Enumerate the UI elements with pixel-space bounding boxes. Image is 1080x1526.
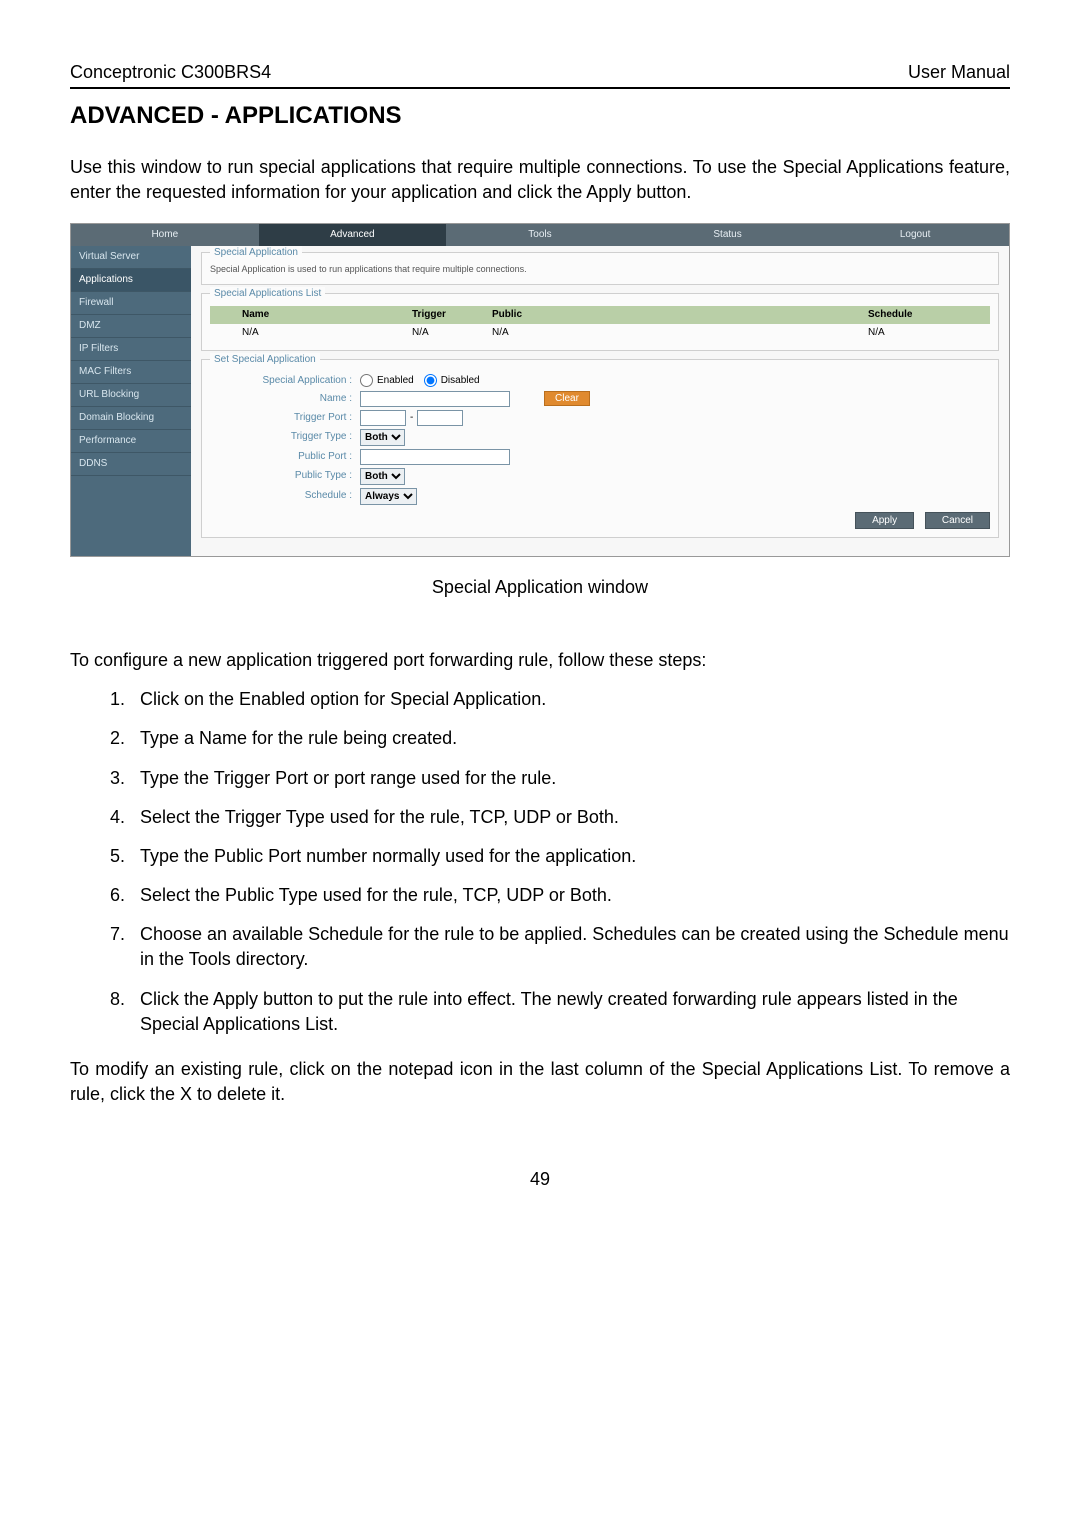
label-trigger-port: Trigger Port :	[210, 411, 360, 425]
sidebar-item-ip-filters[interactable]: IP Filters	[71, 338, 191, 361]
cell-trigger: N/A	[404, 326, 484, 340]
name-input[interactable]	[360, 391, 510, 407]
step-2: Type a Name for the rule being created.	[130, 726, 1010, 751]
tab-logout[interactable]: Logout	[821, 224, 1009, 246]
public-port-input[interactable]	[360, 449, 510, 465]
trigger-type-select[interactable]: Both	[360, 429, 405, 446]
sidebar-item-firewall[interactable]: Firewall	[71, 292, 191, 315]
public-type-select[interactable]: Both	[360, 468, 405, 485]
cell-schedule: N/A	[860, 326, 970, 340]
router-screenshot: Home Advanced Tools Status Logout Virtua…	[70, 223, 1010, 557]
section-desc: Special Application is used to run appli…	[210, 263, 990, 276]
tab-tools[interactable]: Tools	[446, 224, 634, 246]
step-3: Type the Trigger Port or port range used…	[130, 766, 1010, 791]
sidebar-item-dmz[interactable]: DMZ	[71, 315, 191, 338]
step-8: Click the Apply button to put the rule i…	[130, 987, 1010, 1037]
sidebar-item-ddns[interactable]: DDNS	[71, 453, 191, 476]
screenshot-caption: Special Application window	[70, 575, 1010, 600]
radio-enabled[interactable]	[360, 374, 373, 387]
sidebar-item-url-blocking[interactable]: URL Blocking	[71, 384, 191, 407]
trigger-port-to[interactable]	[417, 410, 463, 426]
product-name: Conceptronic C300BRS4	[70, 60, 271, 85]
intro-paragraph: Use this window to run special applicati…	[70, 155, 1010, 205]
page-number: 49	[70, 1167, 1010, 1192]
list-row: N/A N/A N/A N/A	[210, 324, 990, 342]
trigger-port-from[interactable]	[360, 410, 406, 426]
tab-status[interactable]: Status	[634, 224, 822, 246]
cancel-button[interactable]: Cancel	[925, 512, 990, 529]
cell-public: N/A	[484, 326, 860, 340]
outro-paragraph: To modify an existing rule, click on the…	[70, 1057, 1010, 1107]
step-1: Click on the Enabled option for Special …	[130, 687, 1010, 712]
dash-icon: -	[410, 411, 413, 425]
doc-label: User Manual	[908, 60, 1010, 85]
enabled-text: Enabled	[377, 374, 414, 388]
step-6: Select the Public Type used for the rule…	[130, 883, 1010, 908]
steps-list: Click on the Enabled option for Special …	[130, 687, 1010, 1037]
form-legend: Set Special Application	[210, 353, 320, 367]
section-legend: Special Application	[210, 246, 302, 260]
step-5: Type the Public Port number normally use…	[130, 844, 1010, 869]
disabled-text: Disabled	[441, 374, 480, 388]
list-legend: Special Applications List	[210, 287, 325, 301]
label-special-application: Special Application :	[210, 374, 360, 388]
col-public: Public	[484, 308, 860, 322]
col-name: Name	[234, 308, 404, 322]
label-public-port: Public Port :	[210, 450, 360, 464]
content-area: Special Application Special Application …	[191, 246, 1009, 556]
step-7: Choose an available Schedule for the rul…	[130, 922, 1010, 972]
sidebar: Virtual Server Applications Firewall DMZ…	[71, 246, 191, 556]
label-schedule: Schedule :	[210, 489, 360, 503]
sidebar-item-domain-blocking[interactable]: Domain Blocking	[71, 407, 191, 430]
sidebar-item-mac-filters[interactable]: MAC Filters	[71, 361, 191, 384]
special-application-section: Special Application Special Application …	[201, 252, 999, 285]
label-name: Name :	[210, 392, 360, 406]
radio-disabled[interactable]	[424, 374, 437, 387]
sidebar-item-virtual-server[interactable]: Virtual Server	[71, 246, 191, 269]
page-title: ADVANCED - APPLICATIONS	[70, 99, 1010, 133]
col-trigger: Trigger	[404, 308, 484, 322]
cell-name: N/A	[234, 326, 404, 340]
step-4: Select the Trigger Type used for the rul…	[130, 805, 1010, 830]
label-trigger-type: Trigger Type :	[210, 430, 360, 444]
document-header: Conceptronic C300BRS4 User Manual	[70, 60, 1010, 89]
sidebar-item-performance[interactable]: Performance	[71, 430, 191, 453]
tab-advanced[interactable]: Advanced	[259, 224, 447, 246]
tab-home[interactable]: Home	[71, 224, 259, 246]
instructions-intro: To configure a new application triggered…	[70, 648, 1010, 673]
apply-button[interactable]: Apply	[855, 512, 914, 529]
clear-button[interactable]: Clear	[544, 391, 590, 406]
schedule-select[interactable]: Always	[360, 488, 417, 505]
sidebar-item-applications[interactable]: Applications	[71, 269, 191, 292]
applications-list-section: Special Applications List Name Trigger P…	[201, 293, 999, 351]
top-nav: Home Advanced Tools Status Logout	[71, 224, 1009, 246]
list-header-row: Name Trigger Public Schedule	[210, 306, 990, 324]
col-schedule: Schedule	[860, 308, 970, 322]
label-public-type: Public Type :	[210, 469, 360, 483]
set-special-application-section: Set Special Application Special Applicat…	[201, 359, 999, 538]
